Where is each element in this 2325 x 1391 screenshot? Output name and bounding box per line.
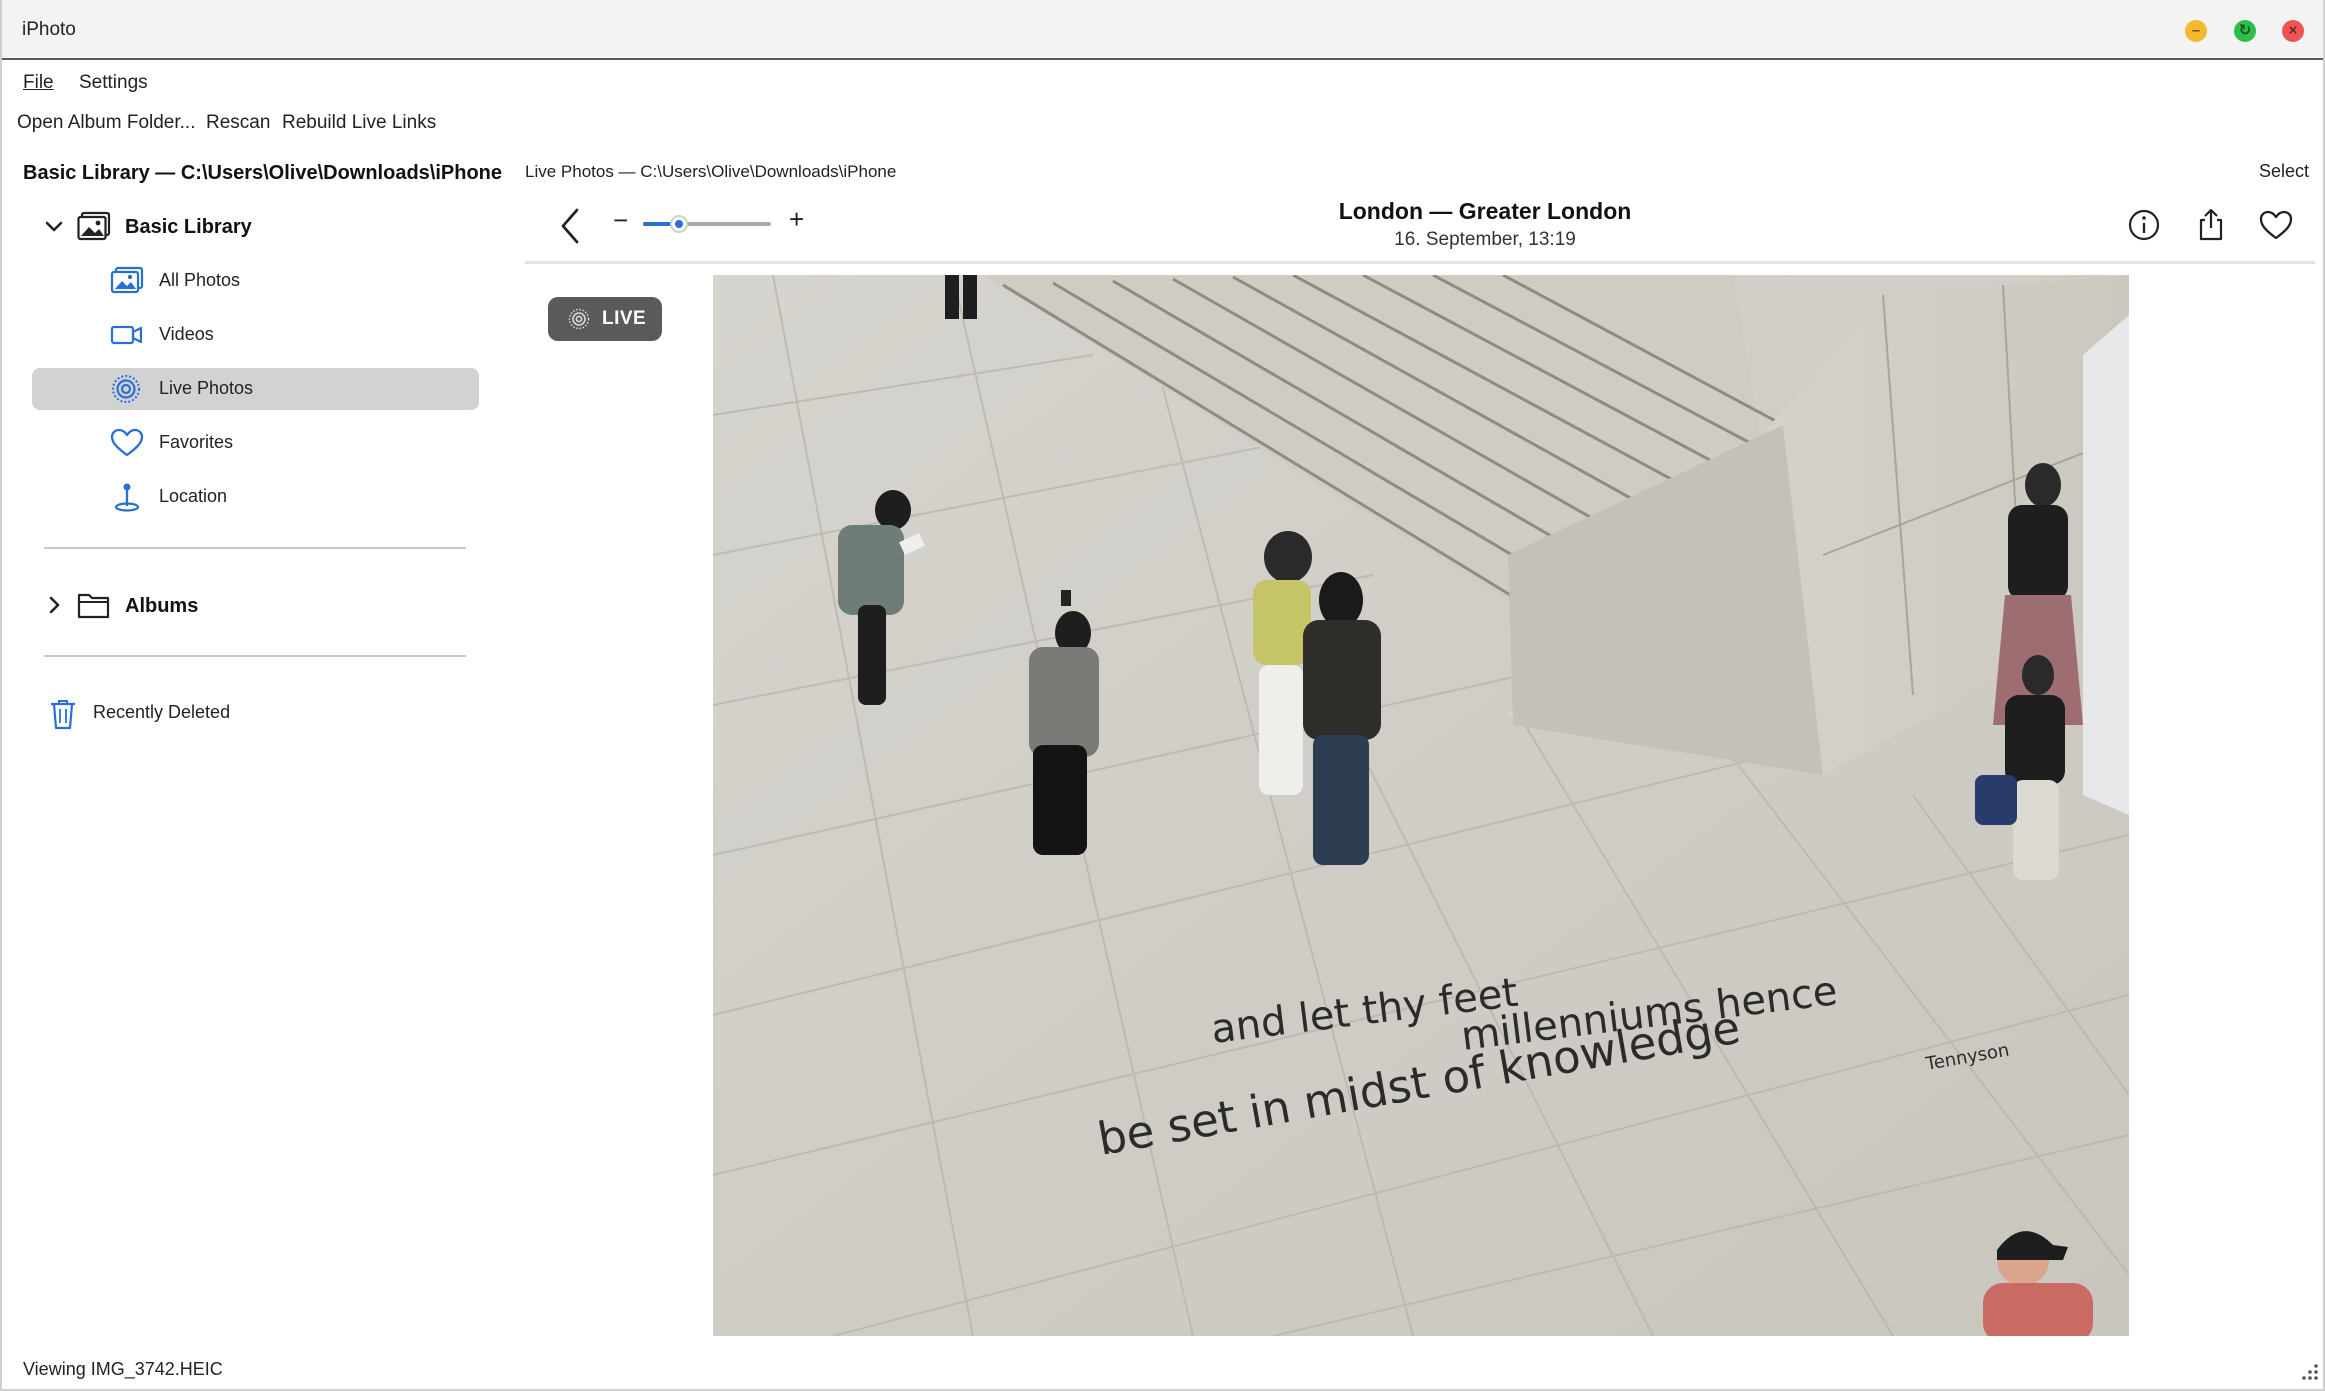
zoom-slider-thumb[interactable] bbox=[670, 215, 688, 233]
live-badge-label: LIVE bbox=[602, 308, 647, 329]
window-title: iPhoto bbox=[22, 19, 76, 40]
folder-icon bbox=[77, 590, 111, 625]
sidebar-item-recently-deleted[interactable]: Recently Deleted bbox=[32, 692, 479, 734]
location-pin-icon bbox=[110, 482, 144, 512]
sidebar: Basic Library — C:\Users\Olive\Downloads… bbox=[2, 150, 502, 1350]
info-button[interactable] bbox=[2125, 206, 2163, 244]
back-button[interactable] bbox=[555, 206, 585, 246]
app-window: iPhoto – ↻ × File Settings Open Album Fo… bbox=[0, 0, 2325, 1391]
sidebar-divider bbox=[44, 547, 466, 549]
live-photo-icon bbox=[568, 308, 590, 330]
favorite-button[interactable] bbox=[2257, 206, 2295, 244]
trash-icon bbox=[48, 698, 78, 735]
photo-library-icon bbox=[77, 211, 111, 246]
menu-settings[interactable]: Settings bbox=[79, 72, 148, 94]
rebuild-live-links-button[interactable]: Rebuild Live Links bbox=[282, 112, 436, 134]
sidebar-item-label: All Photos bbox=[159, 270, 241, 290]
breadcrumb: Live Photos — C:\Users\Olive\Downloads\i… bbox=[525, 162, 897, 181]
minimize-button[interactable]: – bbox=[2185, 20, 2207, 42]
photo-viewer[interactable]: and let thy feet millenniums hence be se… bbox=[713, 275, 2129, 1336]
close-button[interactable]: × bbox=[2282, 20, 2304, 42]
sidebar-item-label: Videos bbox=[159, 324, 214, 344]
share-button[interactable] bbox=[2192, 206, 2230, 244]
photo-header: − + London — Greater London 16. Septembe… bbox=[525, 194, 2315, 264]
resize-grip-icon[interactable] bbox=[2298, 1360, 2320, 1382]
title-bar: iPhoto – ↻ × bbox=[2, 0, 2323, 60]
photo-image: and let thy feet millenniums hence be se… bbox=[713, 275, 2129, 1336]
photos-icon bbox=[110, 266, 144, 296]
status-text: Viewing IMG_3742.HEIC bbox=[23, 1359, 223, 1379]
live-badge[interactable]: LIVE bbox=[548, 297, 662, 341]
rescan-button[interactable]: Rescan bbox=[206, 112, 270, 134]
close-icon: × bbox=[2288, 22, 2298, 39]
sidebar-item-favorites[interactable]: Favorites bbox=[32, 422, 479, 464]
chevron-right-icon[interactable] bbox=[42, 593, 66, 617]
sidebar-divider bbox=[44, 655, 466, 657]
heart-icon bbox=[2259, 210, 2293, 240]
minimize-icon: – bbox=[2191, 22, 2201, 39]
video-camera-icon bbox=[110, 320, 144, 350]
menu-file[interactable]: File bbox=[23, 72, 54, 94]
live-photo-icon bbox=[110, 374, 144, 404]
zoom-slider[interactable] bbox=[643, 215, 771, 233]
tree-albums[interactable]: Albums bbox=[2, 584, 482, 626]
sidebar-item-live-photos[interactable]: Live Photos bbox=[32, 368, 479, 410]
photo-title: London — Greater London bbox=[1338, 198, 1632, 224]
heart-icon bbox=[110, 428, 144, 458]
menu-bar: File Settings bbox=[2, 68, 2323, 102]
info-icon bbox=[2128, 209, 2160, 241]
sidebar-item-location[interactable]: Location bbox=[32, 476, 479, 518]
chevron-left-icon bbox=[561, 208, 579, 244]
photo-date: 16. September, 13:19 bbox=[1394, 229, 1576, 250]
toolbar: Open Album Folder... Rescan Rebuild Live… bbox=[2, 108, 2323, 140]
zoom-out-button[interactable]: − bbox=[613, 205, 628, 236]
open-album-folder-button[interactable]: Open Album Folder... bbox=[17, 112, 196, 134]
maximize-icon: ↻ bbox=[2238, 22, 2252, 39]
maximize-button[interactable]: ↻ bbox=[2234, 20, 2256, 42]
tree-basic-library-label: Basic Library bbox=[125, 216, 252, 238]
chevron-down-icon[interactable] bbox=[42, 215, 66, 239]
zoom-in-button[interactable]: + bbox=[789, 204, 804, 235]
sidebar-item-label: Favorites bbox=[159, 432, 234, 452]
sidebar-item-all-photos[interactable]: All Photos bbox=[32, 260, 479, 302]
tree-albums-label: Albums bbox=[125, 595, 199, 617]
sidebar-item-videos[interactable]: Videos bbox=[32, 314, 479, 356]
library-title: Basic Library — C:\Users\Olive\Downloads… bbox=[23, 162, 503, 184]
sidebar-item-label: Live Photos bbox=[159, 378, 254, 398]
select-button[interactable]: Select bbox=[2259, 161, 2309, 182]
sidebar-item-label: Location bbox=[159, 486, 228, 506]
sidebar-item-label: Recently Deleted bbox=[93, 702, 231, 722]
share-icon bbox=[2199, 208, 2223, 241]
tree-basic-library[interactable]: Basic Library bbox=[2, 206, 482, 248]
